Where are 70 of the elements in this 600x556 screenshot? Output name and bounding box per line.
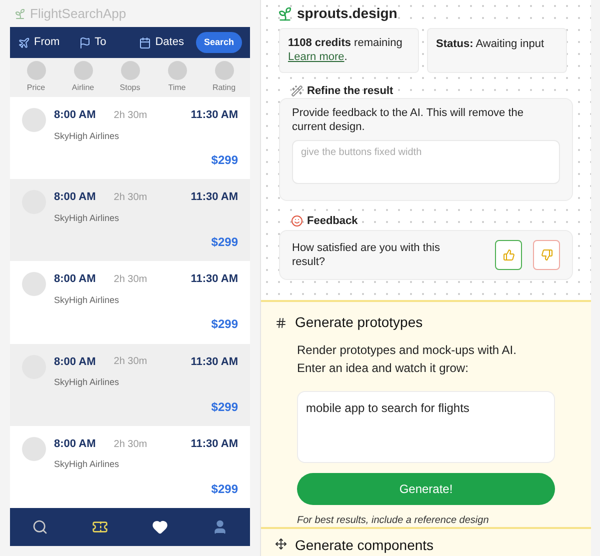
flight-card[interactable]: 8:00 AM 2h 30m 11:30 AM SkyHigh Airlines $299	[10, 97, 250, 180]
idea-input[interactable]: mobile app to search for flights	[297, 391, 555, 463]
filter-chip[interactable]: Price	[14, 58, 58, 97]
thumbs-down-button[interactable]	[533, 240, 560, 270]
filter-chip[interactable]: Rating	[202, 58, 246, 97]
sprout-icon	[277, 6, 293, 22]
thumbs-down-icon	[540, 248, 552, 261]
components-title: Generate components	[295, 536, 434, 555]
arrival-time: 11:30 AM	[190, 190, 238, 206]
departure-time: 8:00 AM	[54, 190, 96, 206]
airline-name: SkyHigh Airlines	[54, 294, 120, 307]
ticket-icon[interactable]	[92, 519, 108, 535]
hash-icon	[275, 316, 287, 328]
flight-price: $299	[211, 234, 238, 252]
filter-chip[interactable]: Time	[155, 58, 199, 97]
search-icon[interactable]	[32, 519, 48, 535]
departure-time: 8:00 AM	[54, 436, 96, 452]
learn-more-link[interactable]: Learn more	[288, 51, 344, 63]
flight-duration: 2h 30m	[114, 108, 148, 123]
search-button[interactable]: Search	[196, 32, 242, 54]
refine-description: Provide feedback to the AI. This will remove the current design.	[292, 106, 525, 134]
arrival-time: 11:30 AM	[190, 272, 238, 288]
search-field[interactable]: Dates	[139, 34, 184, 51]
brand-name: sprouts.design	[297, 4, 398, 23]
prototypes-title: Generate prototypes	[295, 313, 423, 332]
flight-card[interactable]: 8:00 AM 2h 30m 11:30 AM SkyHigh Airlines $299	[10, 179, 250, 262]
refine-title: Refine the result	[307, 84, 394, 99]
airline-name: SkyHigh Airlines	[54, 458, 120, 472]
plane-icon	[18, 36, 30, 48]
flight-duration: 2h 30m	[114, 438, 148, 452]
flight-price: $299	[211, 152, 238, 169]
arrival-time: 11:30 AM	[190, 436, 238, 452]
departure-time: 8:00 AM	[54, 354, 96, 370]
arrival-time: 11:30 AM	[190, 354, 238, 370]
status-text: Status: Awaiting input	[436, 37, 546, 52]
credits-text: 1108 credits remaining Learn more.	[288, 36, 404, 64]
flight-duration: 2h 30m	[114, 355, 148, 370]
wand-icon	[291, 85, 303, 98]
airline-name: SkyHigh Airlines	[54, 130, 120, 143]
departure-time: 8:00 AM	[54, 272, 96, 288]
airline-name: SkyHigh Airlines	[54, 376, 120, 390]
smiley-icon	[291, 215, 303, 228]
search-field[interactable]: To	[78, 34, 136, 51]
flight-duration: 2h 30m	[114, 190, 148, 205]
arrival-time: 11:30 AM	[190, 108, 238, 123]
thumbs-up-icon	[502, 248, 514, 261]
flag-icon	[78, 36, 91, 48]
feedback-input[interactable]: give the buttons fixed width	[292, 140, 560, 184]
feedback-title: Feedback	[307, 214, 358, 230]
flight-price: $299	[211, 398, 238, 416]
sprout-icon	[14, 8, 26, 20]
flight-card[interactable]: 8:00 AM 2h 30m 11:30 AM SkyHigh Airlines $299	[10, 344, 250, 426]
prototypes-description: Render prototypes and mock-ups with AI. Enter an idea and watch it grow:	[296, 342, 518, 377]
feedback-question: How satisfied are you with this result?	[292, 240, 441, 269]
airline-name: SkyHigh Airlines	[54, 212, 120, 225]
user-icon[interactable]	[212, 519, 228, 535]
app-title: FlightSearchApp	[30, 4, 126, 23]
flight-card[interactable]: 8:00 AM 2h 30m 11:30 AM SkyHigh Airlines $299	[10, 261, 250, 344]
flight-price: $299	[211, 316, 238, 334]
thumbs-up-button[interactable]	[495, 240, 522, 270]
filter-chip[interactable]: Stops	[108, 58, 152, 97]
flight-price: $299	[211, 480, 238, 498]
flight-duration: 2h 30m	[114, 273, 148, 288]
filter-chip[interactable]: Airline	[61, 58, 105, 97]
flight-card[interactable]: 8:00 AM 2h 30m 11:30 AM SkyHigh Airlines $299	[10, 426, 250, 508]
search-field[interactable]: From	[18, 34, 75, 51]
departure-time: 8:00 AM	[54, 108, 96, 123]
prototypes-hint: For best results, include a reference design	[296, 514, 490, 527]
calendar-icon	[139, 36, 152, 48]
heart-icon[interactable]	[152, 519, 168, 535]
